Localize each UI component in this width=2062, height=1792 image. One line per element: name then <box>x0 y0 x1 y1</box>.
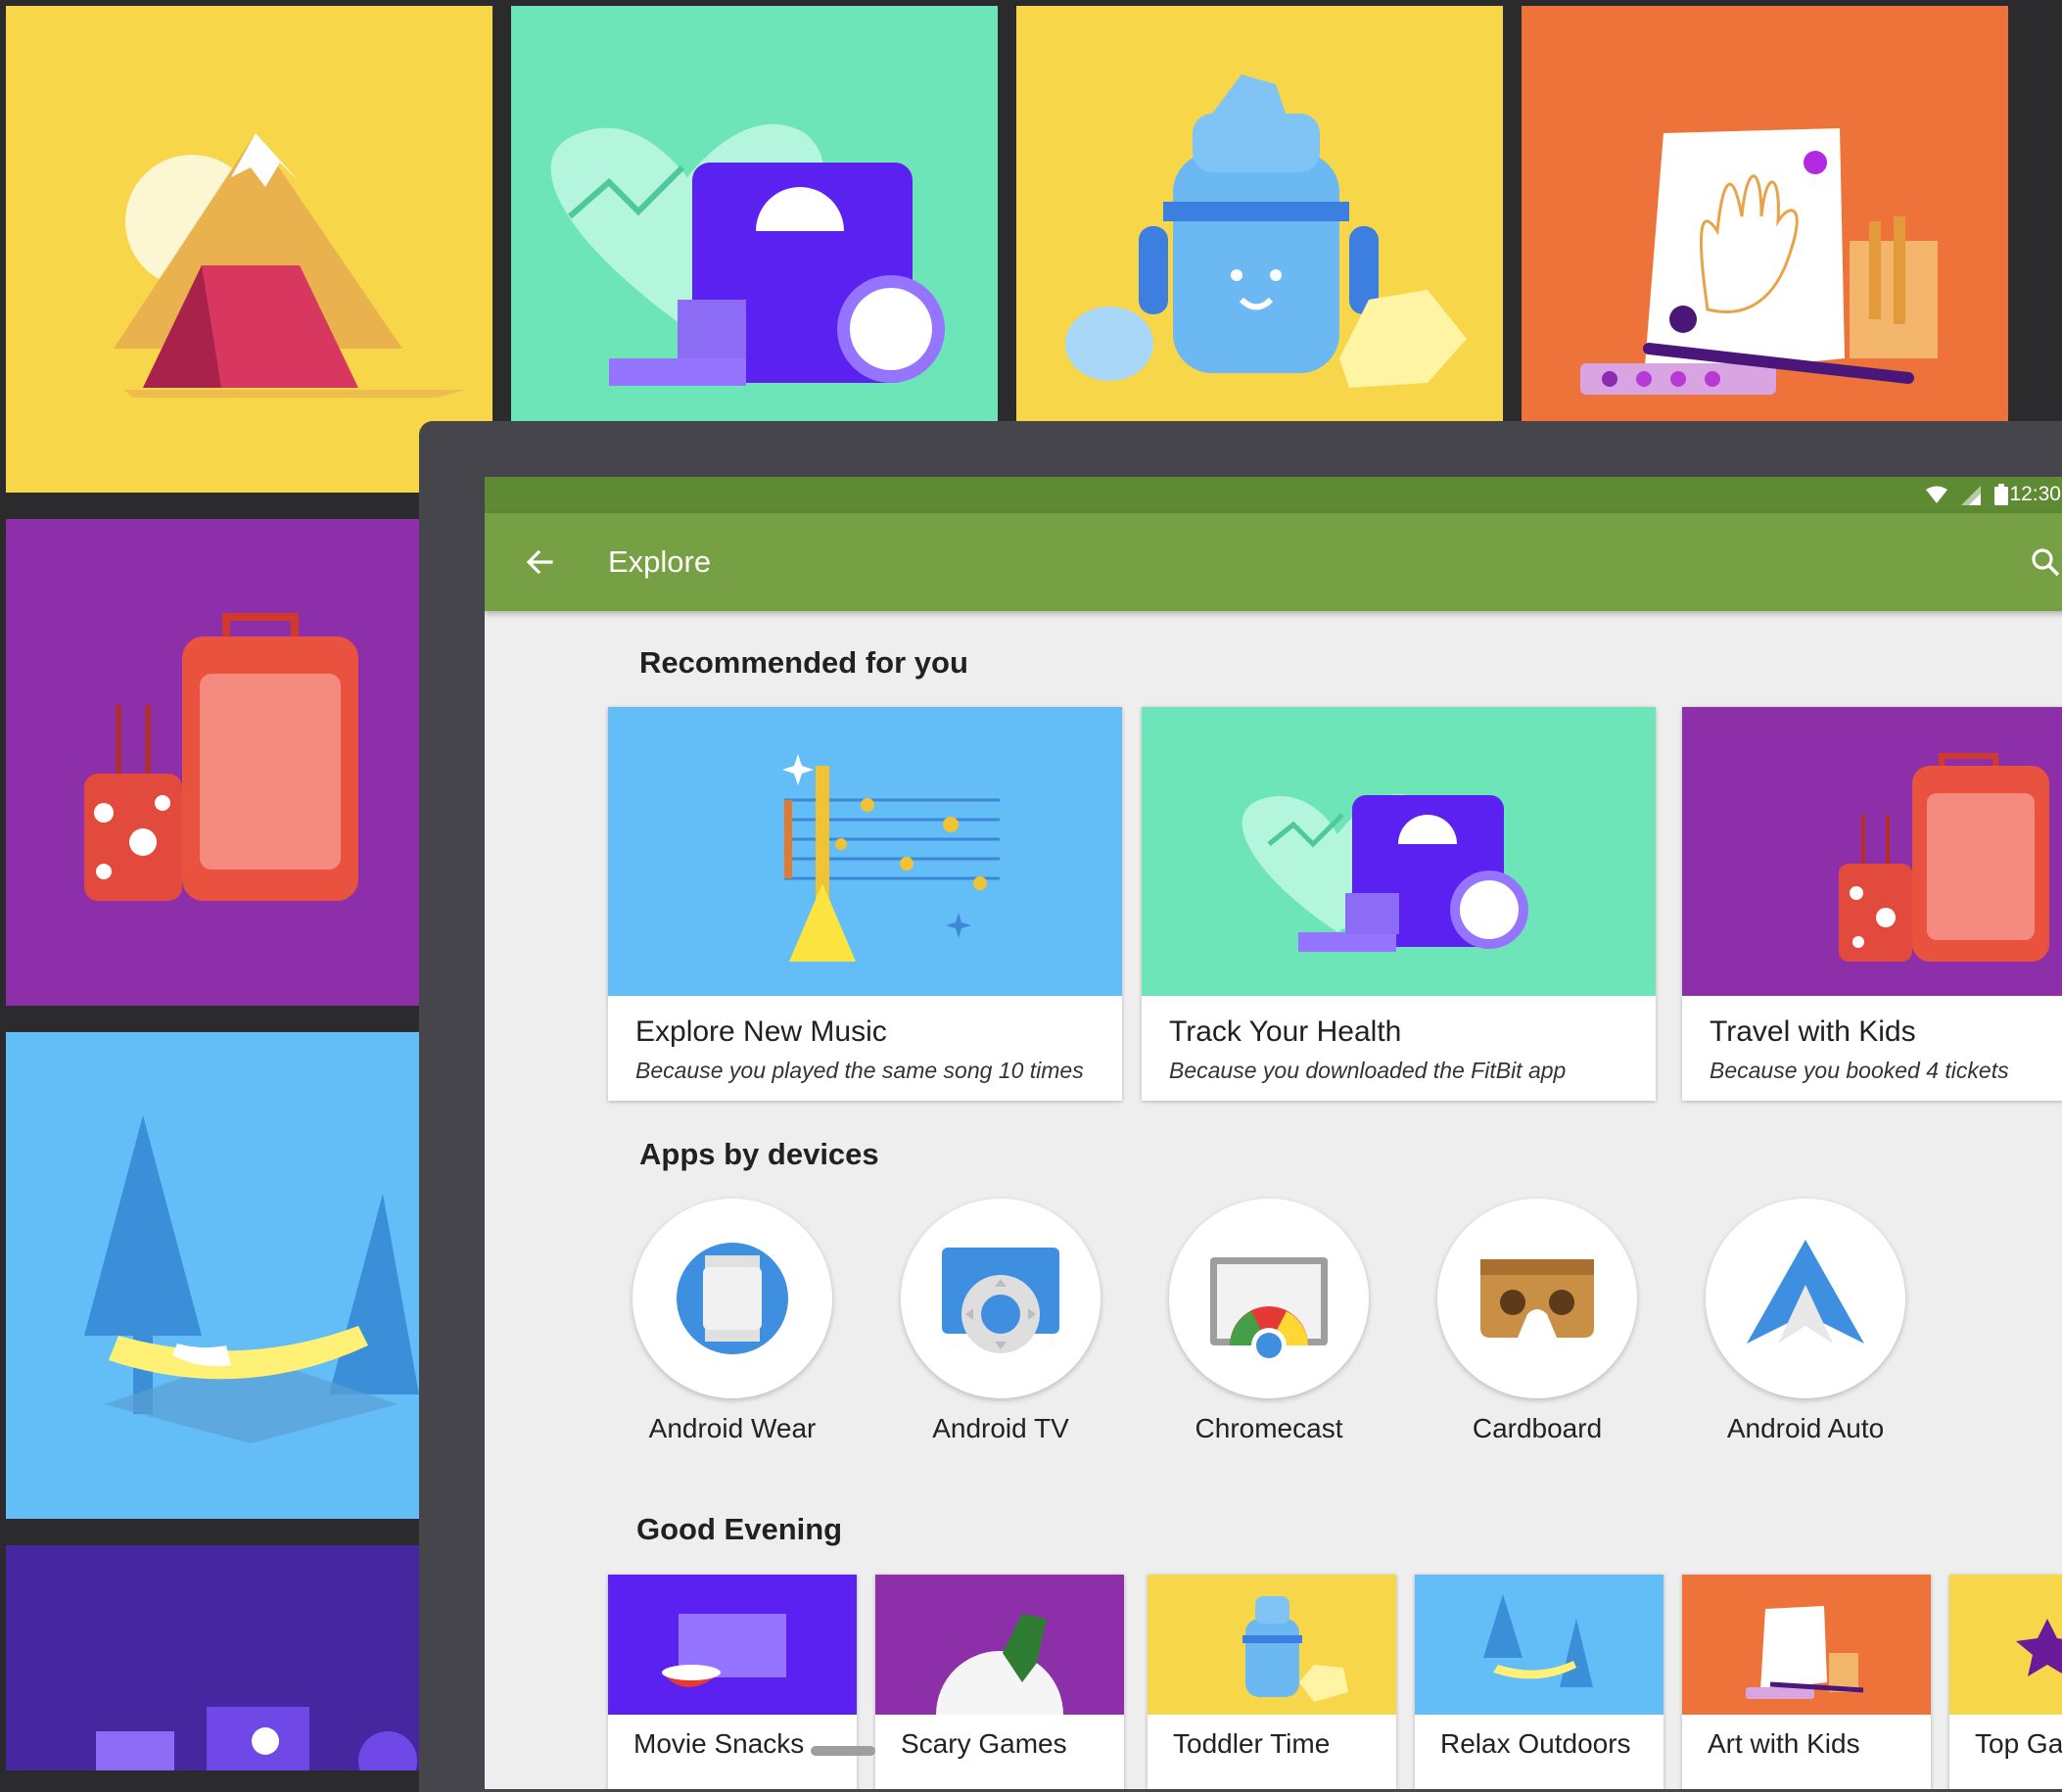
outdoors-illustration <box>1415 1575 1664 1715</box>
android-tv-button[interactable] <box>901 1199 1101 1398</box>
chromecast-button[interactable] <box>1169 1199 1369 1398</box>
travel-illustration <box>1682 707 2062 996</box>
card-track-health[interactable]: Track Your Health Because you downloaded… <box>1142 707 1656 1101</box>
back-arrow-icon[interactable] <box>524 546 555 578</box>
card-label: Art with Kids <box>1708 1728 1860 1759</box>
device-label: Chromecast <box>1195 1413 1343 1443</box>
cardboard-button[interactable] <box>1437 1199 1637 1398</box>
chromecast-icon <box>1210 1257 1328 1363</box>
art-illustration <box>1682 1575 1931 1715</box>
card-title: Explore New Music <box>635 1015 887 1048</box>
card-travel-kids[interactable]: Travel with Kids Because you booked 4 ti… <box>1682 707 2062 1101</box>
device-label: Android TV <box>932 1413 1069 1443</box>
movie-illustration <box>608 1575 857 1715</box>
card-explore-music[interactable]: Explore New Music Because you played the… <box>608 707 1122 1101</box>
search-icon[interactable] <box>2030 546 2061 578</box>
device-label: Android Auto <box>1726 1413 1885 1443</box>
card-art-with-kids[interactable]: Art with Kids <box>1682 1575 1931 1789</box>
card-title: Track Your Health <box>1169 1015 1402 1048</box>
tile-camping <box>6 6 492 493</box>
tile-art <box>1522 6 2008 421</box>
tile-outdoors <box>6 1032 419 1519</box>
android-auto-button[interactable] <box>1706 1199 1905 1398</box>
scroll-indicator[interactable] <box>811 1746 875 1756</box>
battery-icon <box>1994 484 2008 505</box>
wifi-icon <box>1926 486 1947 503</box>
health-illustration <box>1142 707 1656 996</box>
tablet-screen: 12:30 Explore Recommended for you Explor… <box>485 477 2062 1789</box>
watch-icon <box>677 1243 788 1354</box>
tile-toddler <box>1016 6 1503 421</box>
card-relax-outdoors[interactable]: Relax Outdoors <box>1415 1575 1664 1789</box>
card-label: Movie Snacks <box>633 1728 805 1759</box>
tile-luggage <box>6 519 419 1006</box>
card-label: Relax Outdoors <box>1440 1728 1631 1759</box>
card-subtitle: Because you played the same song 10 time… <box>635 1058 1084 1083</box>
games-illustration <box>1949 1575 2062 1715</box>
android-wear-button[interactable] <box>633 1199 832 1398</box>
section-title-devices: Apps by devices <box>639 1137 879 1171</box>
toddler-illustration <box>1148 1575 1396 1715</box>
device-label: Android Wear <box>648 1413 817 1443</box>
section-title-recommended: Recommended for you <box>639 645 968 680</box>
card-scary-games[interactable]: Scary Games <box>875 1575 1124 1789</box>
card-subtitle: Because you booked 4 tickets <box>1710 1058 2009 1083</box>
card-label: Top Ga <box>1975 1728 2062 1759</box>
status-bar: 12:30 <box>485 477 2062 513</box>
card-label: Toddler Time <box>1173 1728 1331 1759</box>
tile-health <box>511 6 998 421</box>
card-subtitle: Because you downloaded the FitBit app <box>1169 1058 1567 1083</box>
card-label: Scary Games <box>901 1728 1067 1759</box>
app-bar: Explore <box>485 513 2062 611</box>
card-toddler-time[interactable]: Toddler Time <box>1148 1575 1396 1789</box>
music-illustration <box>608 707 1122 996</box>
cardboard-icon <box>1480 1259 1594 1338</box>
device-label: Cardboard <box>1472 1413 1603 1443</box>
page-title: Explore <box>608 544 712 579</box>
card-top-games[interactable]: Top Ga <box>1949 1575 2062 1789</box>
card-title: Travel with Kids <box>1710 1015 1916 1048</box>
cell-signal-icon <box>1961 486 1981 505</box>
card-movie-snacks[interactable]: Movie Snacks <box>608 1575 857 1789</box>
tv-icon <box>942 1248 1059 1353</box>
scary-illustration <box>875 1575 1124 1715</box>
section-title-evening: Good Evening <box>636 1512 843 1546</box>
tile-maps <box>6 1545 419 1770</box>
status-time: 12:30 <box>2009 483 2061 505</box>
android-auto-icon <box>1747 1240 1864 1344</box>
